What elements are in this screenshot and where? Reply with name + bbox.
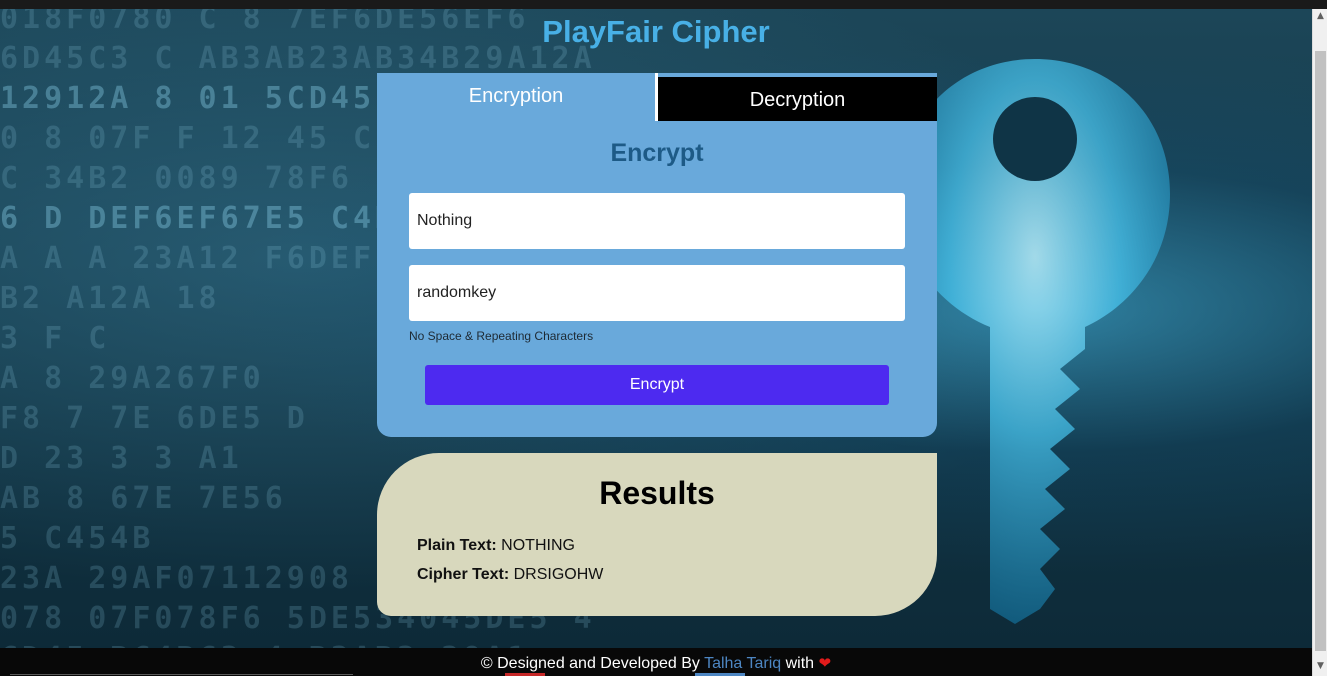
footer: © Designed and Developed By Talha Tariq … [0, 648, 1312, 676]
plain-text-row: Plain Text: NOTHING [417, 537, 575, 555]
vertical-scrollbar[interactable]: ▲ ▼ [1312, 9, 1327, 676]
key-input[interactable] [409, 265, 905, 321]
tab-decryption[interactable]: Decryption [658, 77, 937, 121]
scroll-down-icon[interactable]: ▼ [1313, 659, 1327, 674]
results-heading: Results [599, 475, 715, 511]
heart-icon: ❤ [818, 655, 832, 672]
encryption-card: Encryption Decryption Encrypt No Space &… [377, 73, 937, 437]
window-top-strip [0, 0, 1327, 9]
page-title: PlayFair Cipher [542, 14, 770, 49]
footer-prefix: © Designed and Developed By [480, 655, 700, 672]
tab-encryption[interactable]: Encryption [377, 73, 655, 121]
plaintext-input[interactable] [409, 193, 905, 249]
results-panel: Results Plain Text: NOTHING Cipher Text:… [377, 453, 937, 616]
plain-text-label: Plain Text: [417, 537, 497, 554]
encrypt-button[interactable]: Encrypt [425, 365, 889, 405]
author-link[interactable]: Talha Tariq [704, 655, 781, 672]
footer-underline [10, 674, 353, 675]
scroll-up-icon[interactable]: ▲ [1313, 9, 1327, 24]
key-hint: No Space & Repeating Characters [409, 329, 594, 343]
cipher-text-value: DRSIGOHW [513, 566, 604, 583]
cipher-text-label: Cipher Text: [417, 566, 510, 583]
cipher-text-row: Cipher Text: DRSIGOHW [417, 566, 603, 584]
scroll-thumb[interactable] [1315, 51, 1326, 651]
footer-suffix: with [785, 655, 815, 672]
plain-text-value: NOTHING [501, 537, 575, 554]
form-heading: Encrypt [610, 139, 704, 167]
